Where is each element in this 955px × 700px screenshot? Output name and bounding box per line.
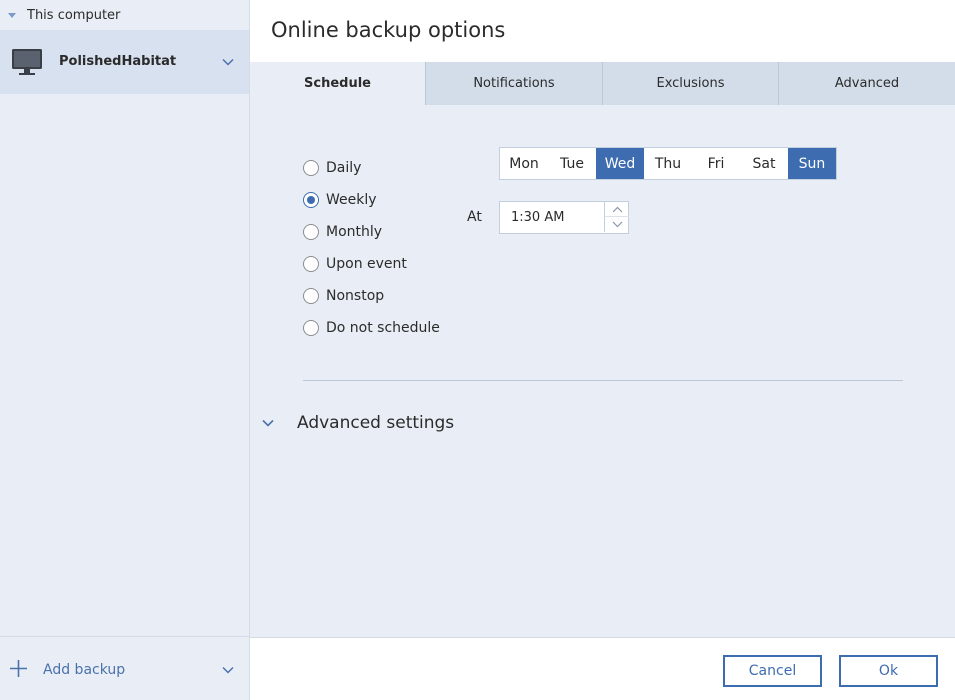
sidebar-item-backup[interactable]: PolishedHabitat <box>0 30 249 94</box>
caret-down-icon <box>8 12 16 18</box>
radio-button[interactable] <box>303 320 319 336</box>
weekday-selector: Mon Tue Wed Thu Fri Sat Sun <box>499 147 837 180</box>
chevron-up-icon <box>612 206 622 212</box>
tab-advanced[interactable]: Advanced <box>778 62 955 105</box>
sidebar-footer: Add backup <box>0 636 249 700</box>
chevron-down-icon[interactable] <box>222 58 234 66</box>
schedule-radio-group: Daily Weekly Monthly Upon event Nonstop … <box>303 152 440 344</box>
radio-weekly[interactable]: Weekly <box>303 184 440 216</box>
advanced-settings-toggle[interactable]: Advanced settings <box>262 413 454 433</box>
time-picker <box>499 201 629 234</box>
day-tue[interactable]: Tue <box>548 148 596 179</box>
plus-icon[interactable] <box>10 660 27 677</box>
cancel-button[interactable]: Cancel <box>723 655 822 687</box>
radio-button[interactable] <box>303 224 319 240</box>
radio-label: Do not schedule <box>326 320 440 336</box>
radio-upon-event[interactable]: Upon event <box>303 248 440 280</box>
radio-label: Daily <box>326 160 362 176</box>
radio-button[interactable] <box>303 160 319 176</box>
monitor-icon <box>12 49 42 75</box>
sidebar-item-label: PolishedHabitat <box>59 54 177 69</box>
time-increment-button[interactable] <box>604 202 629 217</box>
tab-bar: Schedule Notifications Exclusions Advanc… <box>250 62 955 105</box>
ok-button[interactable]: Ok <box>839 655 938 687</box>
main-panel: Online backup options Schedule Notificat… <box>250 0 955 700</box>
time-decrement-button[interactable] <box>604 217 629 232</box>
day-wed[interactable]: Wed <box>596 148 644 179</box>
chevron-down-icon <box>612 221 622 228</box>
sidebar-header-label: This computer <box>27 7 121 23</box>
button-bar: Cancel Ok <box>250 637 955 700</box>
radio-nonstop[interactable]: Nonstop <box>303 280 440 312</box>
title-bar: Online backup options <box>250 0 955 62</box>
radio-label: Monthly <box>326 224 383 240</box>
tab-notifications[interactable]: Notifications <box>425 62 602 105</box>
radio-label: Nonstop <box>326 288 385 304</box>
time-label: At <box>467 209 482 225</box>
time-input[interactable] <box>500 202 603 233</box>
day-thu[interactable]: Thu <box>644 148 692 179</box>
radio-label: Weekly <box>326 192 377 208</box>
radio-monthly[interactable]: Monthly <box>303 216 440 248</box>
sidebar: This computer PolishedHabitat Add backup <box>0 0 250 700</box>
tab-exclusions[interactable]: Exclusions <box>602 62 778 105</box>
day-fri[interactable]: Fri <box>692 148 740 179</box>
chevron-down-icon <box>262 419 274 427</box>
day-mon[interactable]: Mon <box>500 148 548 179</box>
radio-do-not-schedule[interactable]: Do not schedule <box>303 312 440 344</box>
add-backup-button[interactable]: Add backup <box>43 662 125 678</box>
advanced-settings-title: Advanced settings <box>297 413 455 433</box>
tab-schedule[interactable]: Schedule <box>250 62 425 105</box>
sidebar-header[interactable]: This computer <box>0 0 249 30</box>
day-sun[interactable]: Sun <box>788 148 836 179</box>
chevron-down-icon[interactable] <box>222 666 234 674</box>
radio-button[interactable] <box>303 256 319 272</box>
radio-label: Upon event <box>326 256 407 272</box>
section-divider <box>303 380 903 381</box>
page-title: Online backup options <box>271 18 506 42</box>
radio-button[interactable] <box>303 192 319 208</box>
radio-button[interactable] <box>303 288 319 304</box>
radio-daily[interactable]: Daily <box>303 152 440 184</box>
day-sat[interactable]: Sat <box>740 148 788 179</box>
